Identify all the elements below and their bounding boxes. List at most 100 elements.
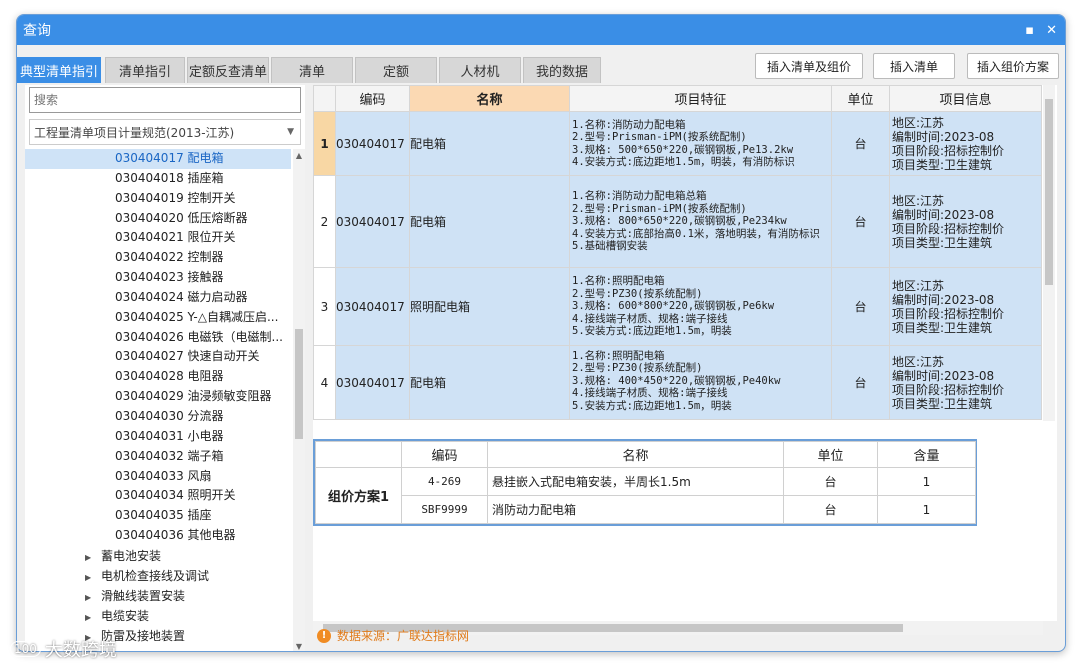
row-features[interactable]: 1.名称:消防动力配电箱 2.型号:Prisman-iPM(按系统配制) 3.规…	[569, 111, 832, 176]
scroll-up-icon[interactable]: ▲	[293, 151, 305, 160]
tree-group[interactable]: ▶ 电缆安装	[25, 606, 291, 626]
row-info[interactable]: 地区:江苏 编制时间:2023-08 项目阶段:招标控制价 项目类型:卫生建筑	[889, 345, 1042, 420]
tree-scrollbar[interactable]: ▲ ▼	[293, 149, 305, 651]
scroll-down-icon[interactable]: ▼	[293, 642, 305, 651]
table-row[interactable]: 4 030404017 配电箱 1.名称:照明配电箱 2.型号:PZ30(按系统…	[313, 345, 1042, 420]
spec-select[interactable]: 工程量清单项目计量规范(2013-江苏) ▼	[29, 119, 301, 145]
table-row[interactable]: 2 030404017 配电箱 1.名称:消防动力配电箱总箱 2.型号:Pris…	[313, 175, 1042, 268]
tree-group[interactable]: ▶ 电机检查接线及调试	[25, 566, 291, 586]
tree-item[interactable]: 030404018 插座箱	[25, 169, 291, 189]
tree-item[interactable]: 030404034 照明开关	[25, 486, 291, 506]
row-info[interactable]: 地区:江苏 编制时间:2023-08 项目阶段:招标控制价 项目类型:卫生建筑	[889, 175, 1042, 268]
chevron-right-icon[interactable]: ▶	[85, 568, 101, 588]
row-name[interactable]: 配电箱	[409, 345, 570, 420]
row-info[interactable]: 地区:江苏 编制时间:2023-08 项目阶段:招标控制价 项目类型:卫生建筑	[889, 267, 1042, 346]
insert-price-scheme-button[interactable]: 插入组价方案	[967, 53, 1059, 79]
scheme-name[interactable]: 消防动力配电箱	[487, 495, 784, 524]
table-row[interactable]: 1 030404017 配电箱 1.名称:消防动力配电箱 2.型号:Prisma…	[313, 111, 1042, 176]
row-unit[interactable]: 台	[831, 267, 890, 346]
tree-item[interactable]: 030404030 分流器	[25, 407, 291, 427]
row-features[interactable]: 1.名称:照明配电箱 2.型号:PZ30(按系统配制) 3.规格: 600*80…	[569, 267, 832, 346]
scheme-header-unit: 单位	[783, 441, 878, 468]
scheme-unit[interactable]: 台	[783, 495, 878, 524]
spec-select-value: 工程量清单项目计量规范(2013-江苏)	[34, 125, 235, 140]
feature-line: 1.名称:照明配电箱	[572, 349, 665, 362]
tab-bill-guide[interactable]: 清单指引	[105, 57, 185, 83]
row-features[interactable]: 1.名称:照明配电箱 2.型号:PZ30(按系统配制) 3.规格: 400*45…	[569, 345, 832, 420]
tree-group[interactable]: ▶ 滑触线装置安装	[25, 586, 291, 606]
scheme-unit[interactable]: 台	[783, 467, 878, 496]
tab-labor-material-machine[interactable]: 人材机	[439, 57, 521, 83]
tree-item[interactable]: 030404027 快速自动开关	[25, 347, 291, 367]
feature-line: 4.安装方式:底部抬高0.1米，落地明装，有消防标识	[572, 227, 820, 240]
scheme-label: 组价方案1	[315, 467, 402, 524]
grid-header-info[interactable]: 项目信息	[889, 85, 1042, 112]
chevron-right-icon[interactable]: ▶	[85, 588, 101, 608]
feature-line: 2.型号:Prisman-iPM(按系统配制)	[572, 202, 747, 215]
row-info[interactable]: 地区:江苏 编制时间:2023-08 项目阶段:招标控制价 项目类型:卫生建筑	[889, 111, 1042, 176]
tree-item[interactable]: 030404022 控制器	[25, 248, 291, 268]
scheme-code[interactable]: SBF9999	[401, 495, 488, 524]
grid-header-name[interactable]: 名称	[409, 85, 570, 112]
tree-item[interactable]: 030404029 油浸频敏变阻器	[25, 387, 291, 407]
tab-bar: 典型清单指引 清单指引 定额反查清单 清单 定额 人材机 我的数据 插入清单及组…	[17, 53, 1065, 83]
tree-item[interactable]: 030404036 其他电器	[25, 526, 291, 546]
tree-item[interactable]: 030404019 控制开关	[25, 189, 291, 209]
tree-item[interactable]: 030404035 插座	[25, 506, 291, 526]
tree-item-030404017[interactable]: 030404017 配电箱	[25, 149, 291, 169]
price-scheme-table: 编码 名称 单位 含量 组价方案1 4-269 悬挂嵌入式配电箱安装，半周长1.…	[315, 441, 976, 524]
row-unit[interactable]: 台	[831, 111, 890, 176]
row-unit[interactable]: 台	[831, 345, 890, 420]
row-unit[interactable]: 台	[831, 175, 890, 268]
scheme-qty[interactable]: 1	[877, 495, 976, 524]
maximize-icon[interactable]: ▪	[1025, 23, 1034, 38]
tab-quota-reverse-bill[interactable]: 定额反查清单	[187, 57, 269, 83]
row-name[interactable]: 照明配电箱	[409, 267, 570, 346]
feature-line: 1.名称:消防动力配电箱总箱	[572, 190, 707, 203]
grid-header-code[interactable]: 编码	[335, 85, 410, 112]
grid-scrollbar[interactable]	[1043, 85, 1055, 421]
grid-header-features[interactable]: 项目特征	[569, 85, 832, 112]
tree-item[interactable]: 030404020 低压熔断器	[25, 209, 291, 229]
table-row[interactable]: 组价方案1 4-269 悬挂嵌入式配电箱安装，半周长1.5m 台 1	[315, 467, 976, 524]
tree-item[interactable]: 030404026 电磁铁（电磁制...	[25, 328, 291, 348]
tree-item[interactable]: 030404031 小电器	[25, 427, 291, 447]
table-row[interactable]: SBF9999 消防动力配电箱 台 1	[316, 495, 976, 524]
feature-line: 3.规格: 400*450*220,碳钢钢板,Pe40kw	[572, 374, 781, 387]
tree-group[interactable]: ▶ 蓄电池安装	[25, 546, 291, 566]
tree-item[interactable]: 030404033 风扇	[25, 467, 291, 487]
tab-typical-bill-guide[interactable]: 典型清单指引	[17, 57, 101, 83]
row-name[interactable]: 配电箱	[409, 175, 570, 268]
tree-item[interactable]: 030404021 限位开关	[25, 228, 291, 248]
feature-line: 5.基础槽钢安装	[572, 240, 648, 253]
grid-header-unit[interactable]: 单位	[831, 85, 890, 112]
row-code[interactable]: 030404017	[335, 267, 410, 346]
row-features[interactable]: 1.名称:消防动力配电箱总箱 2.型号:Prisman-iPM(按系统配制) 3…	[569, 175, 832, 268]
scheme-qty[interactable]: 1	[877, 467, 976, 496]
tree-item[interactable]: 030404023 接触器	[25, 268, 291, 288]
row-name[interactable]: 配电箱	[409, 111, 570, 176]
scrollbar-thumb[interactable]	[1045, 99, 1053, 285]
tree-item[interactable]: 030404024 磁力启动器	[25, 288, 291, 308]
table-row[interactable]: 3 030404017 照明配电箱 1.名称:照明配电箱 2.型号:PZ30(按…	[313, 267, 1042, 346]
search-input[interactable]	[29, 87, 301, 113]
scheme-code[interactable]: 4-269	[401, 467, 488, 496]
close-icon[interactable]: ✕	[1046, 23, 1057, 38]
tab-quota[interactable]: 定额	[355, 57, 437, 83]
chevron-right-icon[interactable]: ▶	[85, 608, 101, 628]
tree-item[interactable]: 030404025 Y-△自耦减压启...	[25, 308, 291, 328]
tab-my-data[interactable]: 我的数据	[523, 57, 601, 83]
tree-item[interactable]: 030404028 电阻器	[25, 367, 291, 387]
feature-line: 1.名称:照明配电箱	[572, 275, 665, 288]
scrollbar-thumb[interactable]	[295, 329, 303, 439]
insert-bill-and-price-button[interactable]: 插入清单及组价	[755, 53, 863, 79]
row-code[interactable]: 030404017	[335, 175, 410, 268]
row-code[interactable]: 030404017	[335, 345, 410, 420]
info-line: 编制时间:2023-08	[892, 129, 995, 144]
chevron-right-icon[interactable]: ▶	[85, 548, 101, 568]
scheme-name[interactable]: 悬挂嵌入式配电箱安装，半周长1.5m	[487, 467, 784, 496]
tree-item[interactable]: 030404032 端子箱	[25, 447, 291, 467]
row-code[interactable]: 030404017	[335, 111, 410, 176]
insert-bill-button[interactable]: 插入清单	[873, 53, 955, 79]
tab-bill[interactable]: 清单	[271, 57, 353, 83]
